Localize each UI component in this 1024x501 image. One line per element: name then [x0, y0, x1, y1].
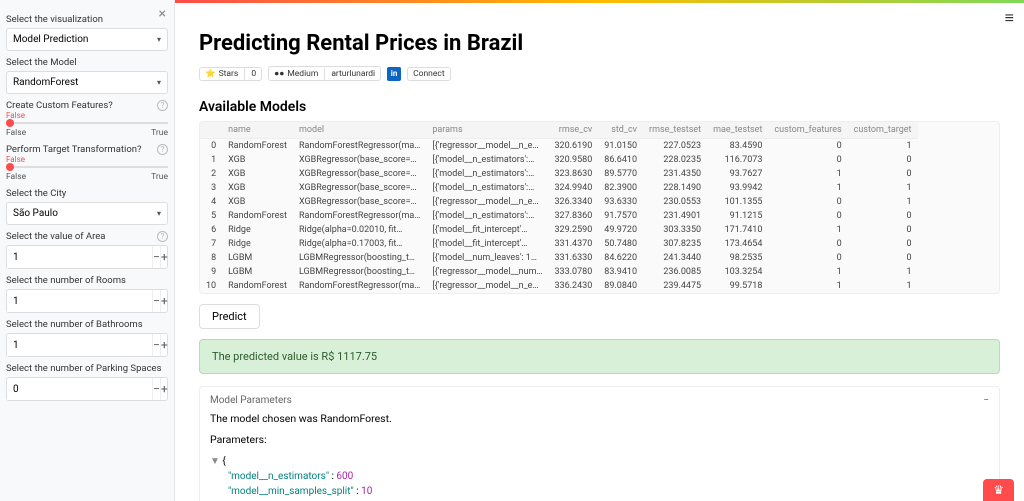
table-row: 9LGBMLGBMRegressor(boosting_t…[{'regress…	[200, 265, 918, 279]
plus-button[interactable]: +	[160, 290, 168, 312]
help-icon[interactable]: ?	[157, 231, 168, 242]
prediction-alert: The predicted value is R$ 1117.75	[199, 339, 1000, 374]
medium-badge[interactable]: ●● Mediumarturlunardi	[268, 66, 381, 81]
models-heading: Available Models	[199, 99, 1000, 115]
bath-input[interactable]	[7, 335, 152, 356]
chevron-down-icon: ▾	[157, 78, 161, 87]
plus-button[interactable]: +	[160, 334, 168, 356]
rooms-label: Select the number of Rooms	[6, 275, 168, 286]
collapse-icon[interactable]: −	[983, 395, 989, 406]
models-table: namemodelparamsrmse_cvstd_cvrmse_testset…	[200, 122, 918, 293]
close-icon[interactable]: ×	[159, 6, 166, 22]
table-row: 6RidgeRidge(alpha=0.02010, fit…[{'model_…	[200, 223, 918, 237]
bath-label: Select the number of Bathrooms	[6, 319, 168, 330]
table-row: 7RidgeRidge(alpha=0.17003, fit…[{'model_…	[200, 237, 918, 251]
park-stepper[interactable]: −+	[6, 377, 168, 401]
page-title: Predicting Rental Prices in Brazil	[199, 31, 1000, 56]
hamburger-icon[interactable]: ≡	[1005, 8, 1014, 28]
area-label: Select the value of Area?	[6, 231, 168, 242]
chevron-down-icon: ▾	[157, 35, 161, 44]
badges: ⭐ Stars0 ●● Mediumarturlunardi in Connec…	[199, 66, 1000, 81]
plus-button[interactable]: +	[160, 378, 168, 400]
table-row: 5RandomForestRandomForestRegressor(ma…[{…	[200, 209, 918, 223]
trans-label: Perform Target Transformation??	[6, 144, 168, 155]
connect-badge[interactable]: Connect	[407, 67, 451, 81]
panel-params-label: Parameters:	[210, 433, 989, 446]
minus-button[interactable]: −	[152, 246, 160, 268]
table-row: 10RandomForestRandomForestRegressor(ma…[…	[200, 279, 918, 293]
feat-label: Create Custom Features??	[6, 100, 168, 111]
park-label: Select the number of Parking Spaces	[6, 363, 168, 374]
chevron-down-icon: ▾	[157, 209, 161, 218]
plus-button[interactable]: +	[160, 246, 168, 268]
viz-label: Select the visualization	[6, 14, 168, 25]
linkedin-icon[interactable]: in	[387, 67, 401, 81]
table-row: 8LGBMLGBMRegressor(boosting_t…[{'model__…	[200, 251, 918, 265]
table-row: 4XGBXGBRegressor(base_score=…[{'regresso…	[200, 195, 918, 209]
table-row: 2XGBXGBRegressor(base_score=…[{'model__n…	[200, 167, 918, 181]
rooms-input[interactable]	[7, 291, 152, 312]
crown-badge[interactable]: ♛	[983, 479, 1014, 501]
main: ≡ Predicting Rental Prices in Brazil ⭐ S…	[175, 0, 1024, 501]
viz-select[interactable]: Model Prediction▾	[6, 28, 168, 51]
help-icon[interactable]: ?	[157, 100, 168, 111]
panel-title: Model Parameters	[210, 395, 292, 406]
model-label: Select the Model	[6, 57, 168, 68]
models-table-wrap: namemodelparamsrmse_cvstd_cvrmse_testset…	[199, 121, 1000, 294]
minus-button[interactable]: −	[152, 378, 160, 400]
park-input[interactable]	[7, 379, 152, 400]
area-stepper[interactable]: −+	[6, 245, 168, 269]
minus-button[interactable]: −	[152, 334, 160, 356]
bath-stepper[interactable]: −+	[6, 333, 168, 357]
area-input[interactable]	[7, 247, 152, 268]
minus-button[interactable]: −	[152, 290, 160, 312]
json-view: ▼ { "model__n_estimators" : 600"model__m…	[210, 454, 989, 501]
panel-chosen: The model chosen was RandomForest.	[210, 412, 989, 425]
table-row: 0RandomForestRandomForestRegressor(ma…[{…	[200, 139, 918, 154]
model-params-panel: Model Parameters − The model chosen was R…	[199, 386, 1000, 501]
predict-button[interactable]: Predict	[199, 304, 260, 329]
rooms-stepper[interactable]: −+	[6, 289, 168, 313]
table-row: 3XGBXGBRegressor(base_score=…[{'model__n…	[200, 181, 918, 195]
github-stars-badge[interactable]: ⭐ Stars0	[199, 67, 262, 81]
city-label: Select the City	[6, 188, 168, 199]
table-row: 1XGBXGBRegressor(base_score=…[{'model__n…	[200, 153, 918, 167]
trans-slider[interactable]: False	[6, 158, 168, 172]
sidebar: × Select the visualization Model Predict…	[0, 0, 175, 501]
city-select[interactable]: São Paulo▾	[6, 202, 168, 225]
feat-slider[interactable]: False	[6, 114, 168, 128]
model-select[interactable]: RandomForest▾	[6, 71, 168, 94]
help-icon[interactable]: ?	[157, 144, 168, 155]
